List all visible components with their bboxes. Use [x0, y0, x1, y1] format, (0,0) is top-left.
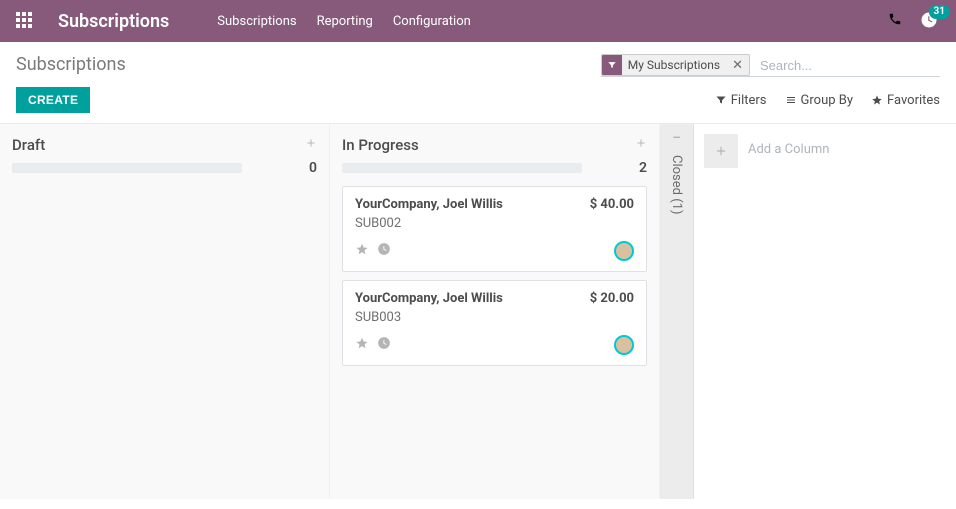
- kanban-card[interactable]: YourCompany, Joel Willis $ 20.00 SUB003: [342, 280, 647, 366]
- nav-menu: Subscriptions Reporting Configuration: [217, 14, 471, 29]
- column-progress-bar: [12, 163, 242, 173]
- add-column-button[interactable]: [704, 134, 738, 168]
- activity-icon[interactable]: 31: [920, 11, 940, 31]
- kanban-view: Draft 0 In Progress 2 YourCompany, Joel …: [0, 124, 956, 499]
- column-count: 0: [297, 160, 317, 176]
- kanban-card[interactable]: YourCompany, Joel Willis $ 40.00 SUB002: [342, 186, 647, 272]
- column-title: In Progress: [342, 136, 419, 154]
- create-button[interactable]: CREATE: [16, 87, 90, 113]
- search-facet: My Subscriptions ✕: [601, 54, 750, 76]
- column-add-icon[interactable]: [635, 137, 647, 153]
- navbar: Subscriptions Subscriptions Reporting Co…: [0, 0, 956, 42]
- nav-item-reporting[interactable]: Reporting: [317, 14, 373, 29]
- phone-icon[interactable]: [888, 12, 902, 30]
- clock-icon[interactable]: [377, 242, 391, 260]
- group-by-button[interactable]: Group By: [785, 93, 854, 108]
- column-progress-bar: [342, 163, 582, 173]
- card-code: SUB002: [355, 216, 634, 231]
- nav-item-configuration[interactable]: Configuration: [393, 14, 471, 29]
- search-options: Filters Group By Favorites: [715, 93, 940, 108]
- nav-item-subscriptions[interactable]: Subscriptions: [217, 14, 296, 29]
- card-title: YourCompany, Joel Willis: [355, 291, 503, 306]
- search-bar[interactable]: My Subscriptions ✕: [601, 54, 940, 77]
- filter-icon: [602, 55, 622, 75]
- facet-close-icon[interactable]: ✕: [726, 58, 749, 73]
- column-title: Draft: [12, 136, 45, 154]
- kanban-add-column: Add a Column: [694, 124, 956, 499]
- card-title: YourCompany, Joel Willis: [355, 197, 503, 212]
- favorites-button[interactable]: Favorites: [871, 93, 940, 108]
- group-by-label: Group By: [801, 93, 854, 108]
- filters-label: Filters: [731, 93, 767, 108]
- card-amount: $ 40.00: [590, 197, 634, 212]
- star-icon[interactable]: [355, 242, 369, 260]
- brand: Subscriptions: [58, 11, 169, 32]
- column-add-icon[interactable]: [305, 137, 317, 153]
- avatar[interactable]: [614, 335, 634, 355]
- search-facet-label: My Subscriptions: [622, 56, 726, 74]
- fold-handle-icon: –: [672, 132, 680, 145]
- search-input[interactable]: [756, 56, 940, 75]
- kanban-column-closed-folded[interactable]: – Closed (1): [660, 124, 694, 499]
- breadcrumb: Subscriptions: [16, 54, 126, 75]
- kanban-column-draft: Draft 0: [0, 124, 330, 499]
- apps-icon[interactable]: [16, 12, 34, 30]
- filters-button[interactable]: Filters: [715, 93, 767, 108]
- avatar[interactable]: [614, 241, 634, 261]
- nav-right: 31: [888, 11, 940, 31]
- card-amount: $ 20.00: [590, 291, 634, 306]
- clock-icon[interactable]: [377, 336, 391, 354]
- folded-title: Closed (1): [669, 155, 684, 214]
- column-count: 2: [627, 160, 647, 176]
- control-panel: Subscriptions My Subscriptions ✕ CREATE …: [0, 42, 956, 124]
- star-icon[interactable]: [355, 336, 369, 354]
- kanban-column-in-progress: In Progress 2 YourCompany, Joel Willis $…: [330, 124, 660, 499]
- favorites-label: Favorites: [887, 93, 940, 108]
- card-code: SUB003: [355, 310, 634, 325]
- add-column-label: Add a Column: [748, 134, 829, 157]
- activity-count-badge: 31: [929, 5, 950, 19]
